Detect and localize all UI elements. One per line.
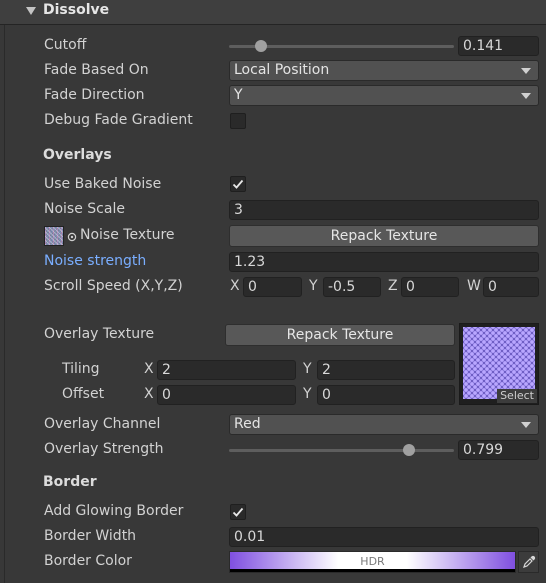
overlay-strength-slider-track[interactable] bbox=[229, 449, 454, 452]
cutoff-label: Cutoff bbox=[44, 37, 87, 53]
tiling-x-field[interactable]: 2 bbox=[157, 360, 296, 380]
fade-direction-value: Y bbox=[234, 87, 243, 103]
cutoff-value-field[interactable]: 0.141 bbox=[458, 36, 539, 56]
use-baked-noise-checkbox[interactable] bbox=[230, 176, 246, 192]
scroll-speed-z-field[interactable]: 0 bbox=[401, 277, 459, 297]
overlay-channel-value: Red bbox=[234, 416, 261, 432]
border-color-label: Border Color bbox=[44, 553, 132, 569]
overlay-channel-dropdown[interactable]: Red bbox=[229, 414, 539, 435]
scroll-speed-label: Scroll Speed (X,Y,Z) bbox=[44, 278, 183, 294]
use-baked-noise-label: Use Baked Noise bbox=[44, 176, 162, 192]
noise-strength-field[interactable]: 1.23 bbox=[229, 252, 539, 272]
triangle-down-icon[interactable] bbox=[26, 7, 36, 15]
overlay-strength-label: Overlay Strength bbox=[44, 441, 164, 457]
chevron-down-icon bbox=[521, 422, 531, 428]
offset-y-label: Y bbox=[303, 386, 312, 402]
offset-x-field[interactable]: 0 bbox=[157, 385, 296, 405]
tiling-label: Tiling bbox=[62, 361, 100, 377]
overlay-repack-texture-button[interactable]: Repack Texture bbox=[225, 324, 455, 346]
offset-x-label: X bbox=[144, 386, 154, 402]
texture-select-button[interactable]: Select bbox=[497, 389, 537, 403]
noise-repack-texture-button[interactable]: Repack Texture bbox=[229, 225, 539, 247]
overlay-texture-slot[interactable]: Select bbox=[459, 323, 539, 405]
checkmark-icon bbox=[232, 507, 244, 517]
overlay-channel-label: Overlay Channel bbox=[44, 416, 161, 432]
add-glowing-border-label: Add Glowing Border bbox=[44, 503, 184, 519]
fade-direction-dropdown[interactable]: Y bbox=[229, 85, 539, 106]
scroll-speed-y-label: Y bbox=[309, 278, 318, 294]
chevron-down-icon bbox=[521, 93, 531, 99]
eyedropper-icon bbox=[523, 555, 536, 568]
noise-strength-label: Noise strength bbox=[44, 253, 147, 269]
debug-fade-gradient-label: Debug Fade Gradient bbox=[44, 112, 193, 128]
tiling-y-field[interactable]: 2 bbox=[317, 360, 455, 380]
eyedropper-button[interactable] bbox=[518, 551, 539, 573]
object-picker-icon[interactable] bbox=[67, 232, 77, 242]
noise-scale-label: Noise Scale bbox=[44, 201, 125, 217]
noise-texture-label: Noise Texture bbox=[80, 227, 175, 243]
checkmark-icon bbox=[232, 179, 244, 189]
add-glowing-border-checkbox[interactable] bbox=[230, 504, 246, 520]
overlay-strength-slider-thumb[interactable] bbox=[402, 444, 415, 456]
scroll-speed-z-label: Z bbox=[388, 278, 398, 294]
offset-y-field[interactable]: 0 bbox=[317, 385, 455, 405]
alpha-bar bbox=[230, 569, 515, 572]
scroll-speed-w-label: W bbox=[467, 278, 481, 294]
tiling-y-label: Y bbox=[303, 361, 312, 377]
debug-fade-gradient-checkbox[interactable] bbox=[230, 113, 246, 129]
dissolve-section-header[interactable]: Dissolve bbox=[0, 0, 546, 25]
overlay-texture-label: Overlay Texture bbox=[44, 326, 155, 342]
fade-direction-label: Fade Direction bbox=[44, 87, 145, 103]
scroll-speed-x-label: X bbox=[230, 278, 240, 294]
fade-based-on-dropdown[interactable]: Local Position bbox=[229, 60, 539, 81]
border-width-field[interactable]: 0.01 bbox=[229, 527, 539, 547]
cutoff-slider-thumb[interactable] bbox=[254, 40, 267, 52]
border-width-label: Border Width bbox=[44, 528, 137, 544]
border-color-swatch[interactable]: HDR bbox=[229, 551, 516, 573]
border-header: Border bbox=[43, 474, 97, 490]
indent-guide bbox=[4, 25, 5, 583]
section-title: Dissolve bbox=[43, 2, 110, 18]
fade-based-on-value: Local Position bbox=[234, 62, 330, 78]
scroll-speed-w-field[interactable]: 0 bbox=[483, 277, 539, 297]
scroll-speed-y-field[interactable]: -0.5 bbox=[323, 277, 381, 297]
chevron-down-icon bbox=[521, 68, 531, 74]
scroll-speed-x-field[interactable]: 0 bbox=[243, 277, 302, 297]
overlays-header: Overlays bbox=[43, 147, 112, 163]
offset-label: Offset bbox=[62, 386, 105, 402]
noise-texture-thumbnail[interactable] bbox=[44, 226, 64, 246]
fade-based-on-label: Fade Based On bbox=[44, 62, 149, 78]
overlay-strength-value-field[interactable]: 0.799 bbox=[458, 440, 539, 460]
tiling-x-label: X bbox=[144, 361, 154, 377]
noise-scale-field[interactable]: 3 bbox=[229, 200, 539, 220]
